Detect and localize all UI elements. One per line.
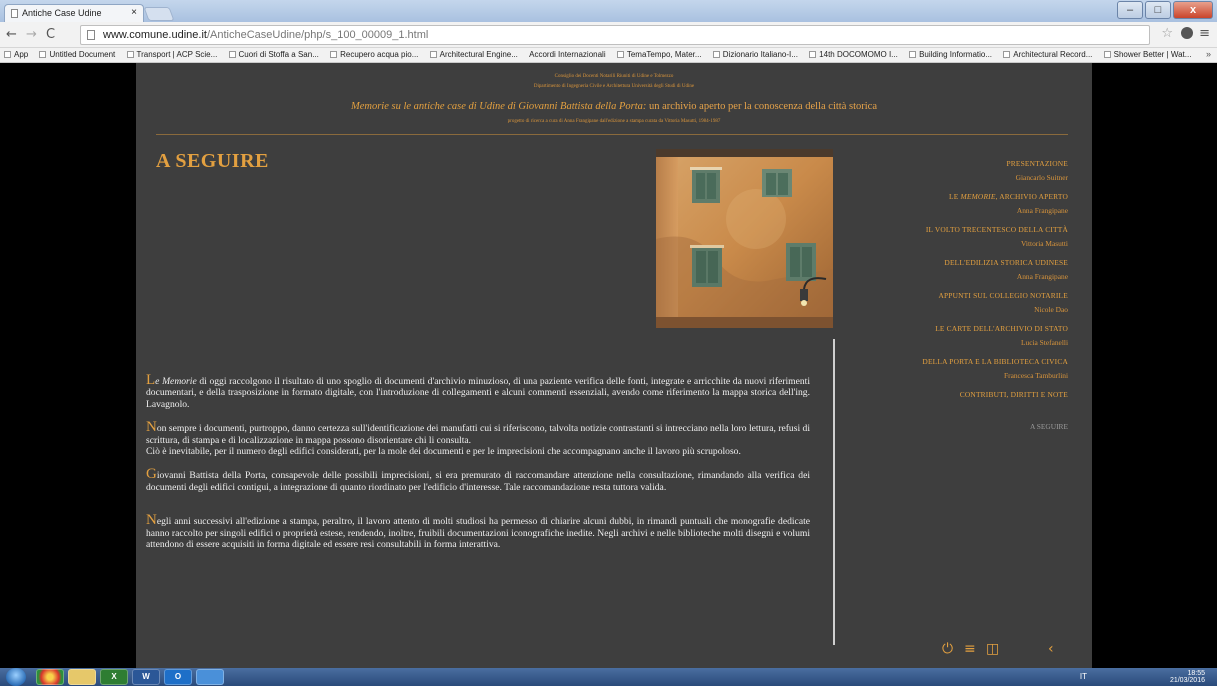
apps-icon (4, 51, 11, 58)
bookmark-icon (429, 51, 437, 58)
outlook-app-icon[interactable]: O (164, 669, 192, 685)
bookmark-item[interactable]: Transport | ACP Scie... (123, 48, 223, 59)
bookmarks-bar: App Untitled Document Transport | ACP Sc… (0, 48, 1217, 63)
maximize-button[interactable]: □ (1145, 1, 1171, 19)
new-tab-button[interactable] (143, 7, 175, 21)
dropcap: N (146, 512, 157, 529)
page-controls: ⏻ ≡ ◫ ‹ (942, 641, 1072, 659)
emphasis: e Memorie (155, 376, 197, 387)
bookmark-item[interactable]: 14th DOCOMOMO I... (805, 48, 903, 59)
chrome-app-icon[interactable] (36, 669, 64, 685)
address-bar[interactable]: www.comune.udine.it/AnticheCaseUdine/php… (80, 25, 1150, 45)
dropcap: N (146, 419, 157, 436)
close-window-button[interactable]: x (1173, 1, 1213, 19)
header-department: Dipartimento di Ingegneria Civile e Arch… (533, 84, 695, 89)
browser-toolbar: ← → C www.comune.udine.it/AnticheCaseUdi… (0, 22, 1217, 48)
site-container: Consiglio dei Docenti Notarili Riuniti d… (136, 63, 1092, 668)
bookmark-icon (1103, 51, 1111, 58)
bookmark-item[interactable]: Cuori di Stoffa a San... (225, 48, 324, 59)
document-icon (11, 9, 18, 19)
facade-photo-image (656, 149, 833, 328)
columns-icon[interactable]: ◫ (986, 641, 999, 657)
os-taskbar: X W O IT 18:55 21/03/2016 (0, 668, 1217, 686)
bookmark-item[interactable]: Architectural Record... (999, 48, 1097, 59)
dropcap: G (146, 466, 157, 483)
bookmark-item[interactable]: App (0, 48, 33, 59)
nav-item-biblioteca-civica[interactable]: DELLA PORTA E LA BIBLIOTECA CIVICA Franc… (842, 357, 1068, 380)
reload-icon[interactable]: C (46, 27, 55, 42)
bookmark-item[interactable]: Building Informatio... (905, 48, 997, 59)
forward-arrow-icon[interactable]: → (26, 27, 37, 42)
bookmark-icon (809, 51, 817, 58)
bookmark-icon (330, 51, 338, 58)
tab-title: Antiche Case Udine (22, 8, 102, 18)
tab-close-button[interactable]: × (131, 7, 137, 18)
bookmark-star-icon[interactable]: ☆ (1161, 26, 1173, 41)
folder-app-icon[interactable] (68, 669, 96, 685)
bookmark-item[interactable]: Architectural Engine... (426, 48, 523, 59)
url-host: www.comune.udine.it (103, 29, 207, 41)
header-title-rest: un archivio aperto per la conoscenza del… (646, 101, 877, 112)
dropcap: L (146, 372, 156, 388)
nav-item-memorie[interactable]: LE MEMORIE, ARCHIVIO APERTO Anna Frangip… (842, 192, 1068, 215)
paragraph: Non sempre i documenti, purtroppo, danno… (146, 419, 810, 458)
bookmark-icon (1003, 51, 1011, 58)
bookmark-item[interactable]: Shower Better | Wat... (1100, 48, 1197, 59)
page-title: A SEGUIRE (156, 150, 269, 172)
start-button[interactable] (6, 668, 26, 686)
bookmark-icon (228, 51, 236, 58)
bookmark-item[interactable]: TemaTempo, Mater... (613, 48, 707, 59)
language-indicator[interactable]: IT (1080, 672, 1087, 681)
list-icon[interactable]: ≡ (964, 641, 976, 657)
minimize-button[interactable]: – (1117, 1, 1143, 19)
extension-icon[interactable] (1181, 27, 1193, 39)
header-divider (156, 134, 1068, 135)
article-body: Le Memorie di oggi raccolgono il risulta… (146, 372, 810, 562)
header-institution: Consiglio dei Docenti Notarili Riuniti d… (554, 74, 674, 79)
menu-icon[interactable]: ≡ (1199, 26, 1210, 41)
nav-item-collegio-notarile[interactable]: APPUNTI SUL COLLEGIO NOTARILE Nicole Dao (842, 291, 1068, 314)
paragraph: Le Memorie di oggi raccolgono il risulta… (146, 372, 810, 410)
power-icon[interactable]: ⏻ (942, 641, 953, 657)
bookmark-icon (126, 51, 134, 58)
bookmark-icon (616, 51, 624, 58)
bookmark-icon (909, 51, 917, 58)
back-chevron-icon[interactable]: ‹ (1048, 641, 1054, 657)
app-icon[interactable] (196, 669, 224, 685)
bookmark-item[interactable]: Accordi Internazionali (525, 48, 610, 59)
nav-item-edilizia-storica[interactable]: DELL'EDILIZIA STORICA UDINESE Anna Frang… (842, 258, 1068, 281)
bookmark-icon (39, 51, 47, 58)
bookmark-item[interactable]: Recupero acqua pio... (326, 48, 423, 59)
content-scrollbar[interactable] (833, 339, 835, 645)
nav-item-contributi[interactable]: CONTRIBUTI, DIRITTI E NOTE (842, 390, 1068, 412)
url-path: /AnticheCaseUdine/php/s_100_00009_1.html (206, 29, 429, 41)
nav-item-archivio-stato[interactable]: LE CARTE DELL'ARCHIVIO DI STATO Lucia St… (842, 324, 1068, 347)
nav-item-current[interactable]: A SEGUIRE (842, 422, 1068, 431)
header-title-italic: Memorie su le antiche case di Udine di G… (350, 101, 647, 112)
header-title[interactable]: Memorie su le antiche case di Udine di G… (136, 101, 1092, 112)
paragraph: Negli anni successivi all'edizione a sta… (146, 512, 810, 551)
browser-tab[interactable]: Antiche Case Udine × (4, 4, 144, 22)
bookmark-item[interactable]: Dizionario Italiano-I... (709, 48, 803, 59)
page-icon (87, 30, 95, 40)
paragraph: Giovanni Battista della Porta, consapevo… (146, 466, 810, 493)
system-clock[interactable]: 18:55 21/03/2016 (1170, 670, 1205, 684)
bookmark-icon (712, 51, 720, 58)
page-viewport: Consiglio dei Docenti Notarili Riuniti d… (0, 63, 1217, 668)
browser-titlebar: Antiche Case Udine × – □ x (0, 0, 1217, 22)
word-app-icon[interactable]: W (132, 669, 160, 685)
nav-item-presentazione[interactable]: PRESENTAZIONE Giancarlo Suitner (842, 159, 1068, 182)
bookmark-item[interactable]: Untitled Document (35, 48, 120, 59)
nav-item-volto-trecentesco[interactable]: IL VOLTO TRECENTESCO DELLA CITTÀ Vittori… (842, 225, 1068, 248)
back-arrow-icon[interactable]: ← (6, 27, 17, 42)
facade-photo (656, 149, 833, 328)
bookmarks-more-button[interactable]: » (1206, 49, 1211, 59)
side-navigation: PRESENTAZIONE Giancarlo Suitner LE MEMOR… (842, 159, 1068, 431)
excel-app-icon[interactable]: X (100, 669, 128, 685)
header-credits: progetto di ricerca a cura di Anna Frang… (507, 119, 721, 124)
